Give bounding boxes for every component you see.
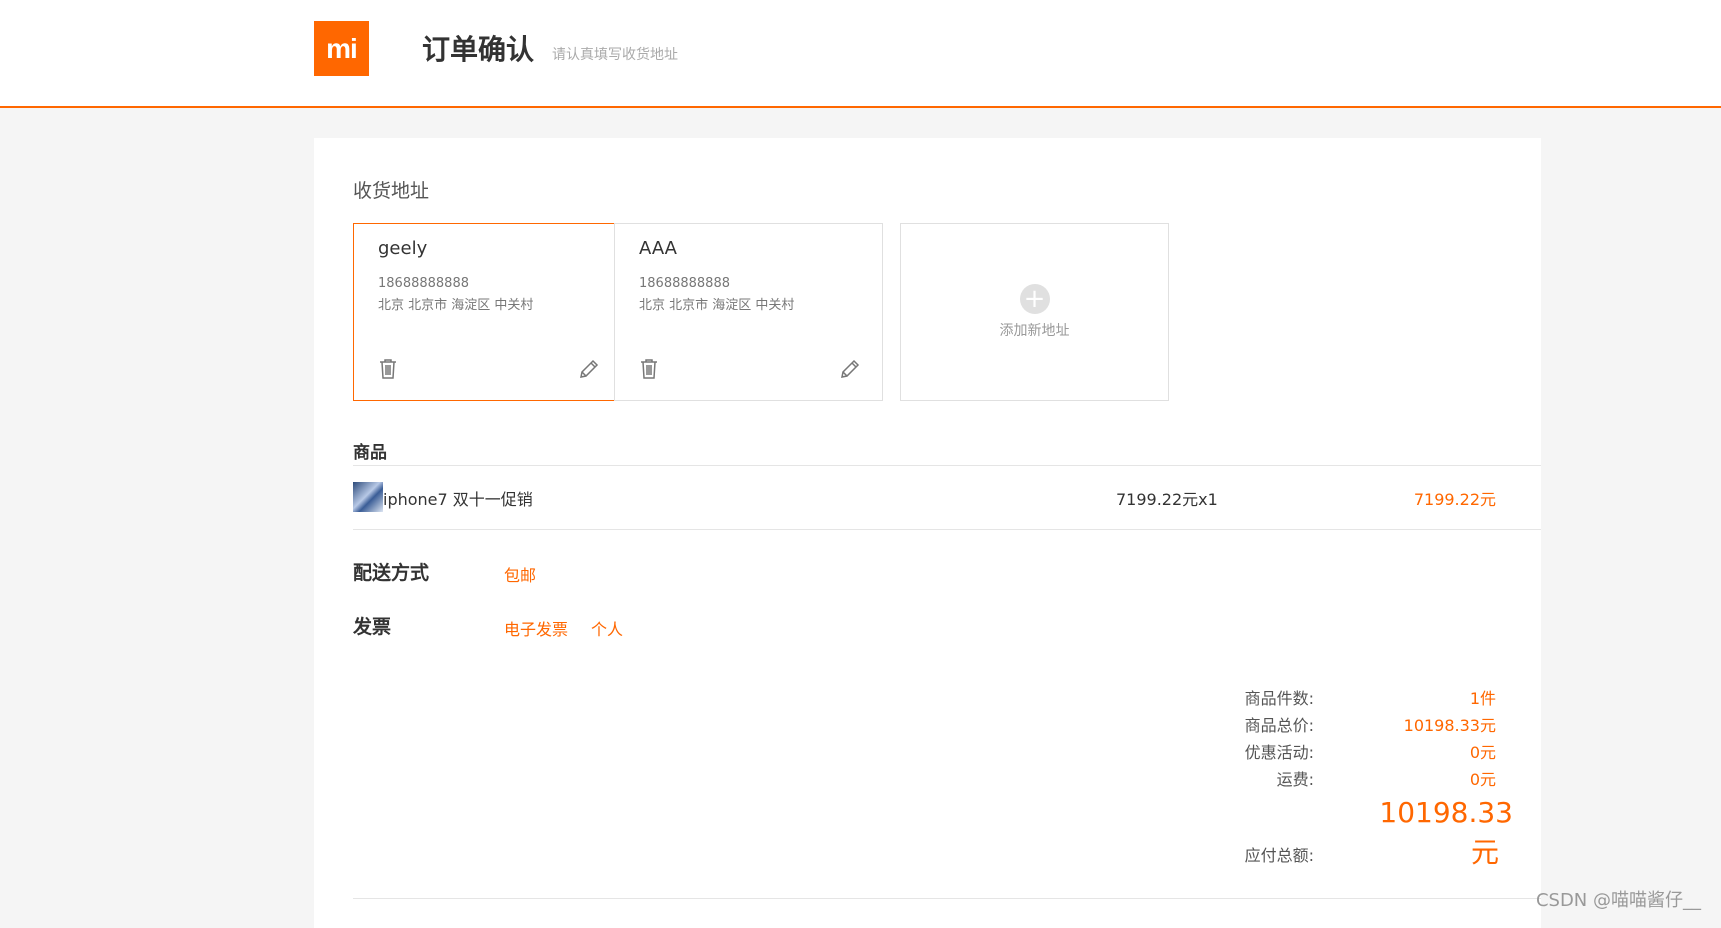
divider [353, 898, 1541, 899]
plus-icon: + [1019, 284, 1050, 314]
csdn-watermark: CSDN @喵喵酱仔__ [1535, 890, 1701, 911]
product-price-qty: 7199.22元x1 [1116, 490, 1218, 509]
order-card: 收货地址 geely 18688888888 北京 北京市 海淀区 中关村 AA… [314, 138, 1541, 928]
address-section-title: 收货地址 [353, 180, 430, 202]
address-name: geely [378, 238, 428, 259]
address-phone: 18688888888 [378, 276, 469, 291]
discount-label: 优惠活动: [1244, 743, 1314, 762]
goods-section-title: 商品 [353, 443, 387, 463]
invoice-type[interactable]: 电子发票 [504, 616, 568, 640]
payable-total: 10198.33 元 [1353, 793, 1513, 873]
address-place: 北京 北京市 海淀区 中关村 [378, 298, 534, 313]
delivery-label: 配送方式 [353, 562, 430, 584]
delivery-option[interactable]: 包邮 [504, 562, 536, 586]
product-subtotal: 7199.22元 [1413, 490, 1496, 509]
total-value: 10198.33元 [1403, 716, 1496, 735]
address-card-aaa[interactable]: AAA 18688888888 北京 北京市 海淀区 中关村 [614, 223, 883, 401]
total-label: 商品总价: [1244, 716, 1314, 735]
shipping-value: 0元 [1469, 770, 1496, 789]
edit-pencil-icon[interactable] [839, 358, 861, 380]
payable-unit: 元 [1470, 836, 1499, 869]
trash-icon[interactable] [639, 358, 659, 380]
shipping-label: 运费: [1276, 770, 1314, 789]
page-subtitle: 请认真填写收货地址 [552, 47, 678, 63]
payable-label: 应付总额: [1244, 846, 1314, 865]
payable-amount: 10198.33 [1379, 796, 1513, 829]
mi-logo[interactable]: mi [314, 21, 369, 76]
address-phone: 18688888888 [639, 276, 730, 291]
divider [353, 465, 1541, 466]
address-place: 北京 北京市 海淀区 中关村 [639, 298, 795, 313]
product-name: iphone7 双十一促销 [383, 490, 533, 509]
invoice-title[interactable]: 个人 [591, 616, 623, 640]
page-header: mi 订单确认 请认真填写收货地址 [0, 0, 1721, 108]
discount-value: 0元 [1469, 743, 1496, 762]
page-title: 订单确认 [422, 33, 535, 66]
address-card-geely[interactable]: geely 18688888888 北京 北京市 海淀区 中关村 [353, 223, 622, 401]
trash-icon[interactable] [378, 358, 398, 380]
address-name: AAA [639, 238, 677, 259]
divider [353, 529, 1541, 530]
edit-pencil-icon[interactable] [578, 358, 600, 380]
count-label: 商品件数: [1244, 689, 1314, 708]
add-address-button[interactable]: + 添加新地址 [900, 223, 1169, 401]
invoice-label: 发票 [353, 616, 392, 638]
add-address-label: 添加新地址 [999, 323, 1070, 339]
product-thumbnail [353, 482, 383, 512]
count-value: 1件 [1469, 689, 1496, 708]
